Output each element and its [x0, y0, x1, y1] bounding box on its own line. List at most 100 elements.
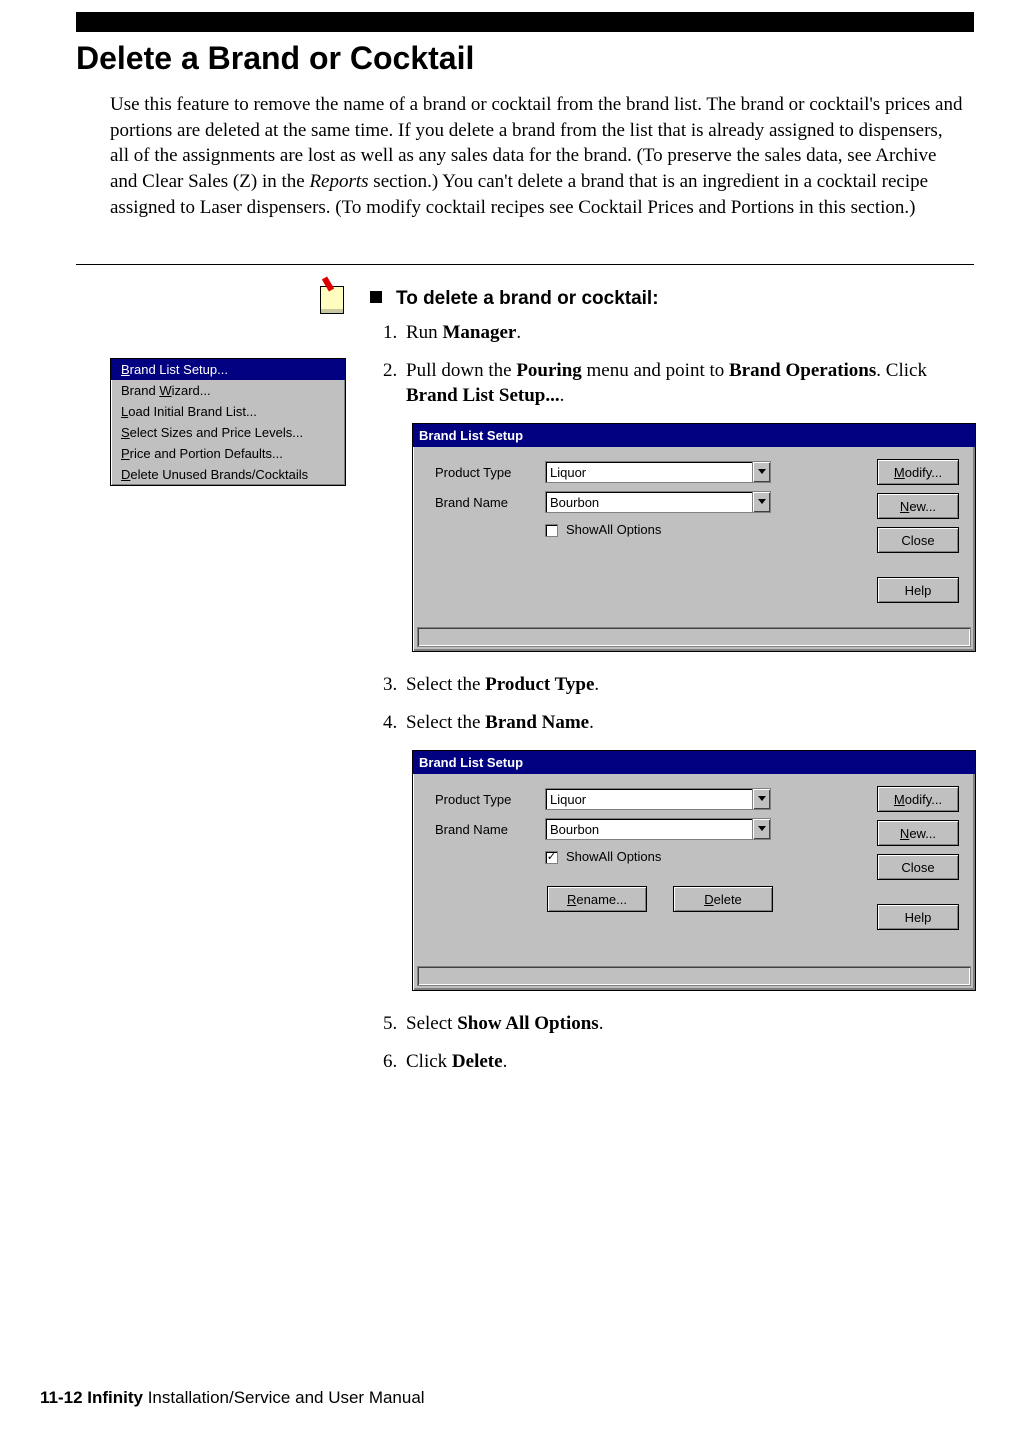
menu-item-price-portion[interactable]: Price and Portion Defaults... — [111, 443, 345, 464]
dialog-status-bar — [417, 966, 971, 986]
btn-label: odify... — [905, 791, 942, 809]
checkbox-label-pre: Show — [566, 521, 599, 539]
btn-accel: M — [894, 791, 905, 809]
bullet-square-icon — [370, 291, 382, 303]
checkbox-icon: ✓ — [545, 851, 558, 864]
checkbox-label-rest: ll Options — [607, 521, 661, 539]
step-text: Select — [406, 1013, 457, 1034]
dialog-title: Brand List Setup — [413, 424, 975, 448]
brand-name-combo[interactable]: Bourbon — [545, 491, 771, 513]
btn-label: ename... — [576, 891, 627, 909]
menu-accel: P — [121, 446, 130, 461]
chevron-down-icon[interactable] — [752, 462, 770, 482]
menu-item-brand-list-setup[interactable]: Brand List Setup... — [111, 359, 345, 380]
step-4: Select the Brand Name. Brand List Setup … — [402, 710, 966, 991]
btn-label: Help — [905, 909, 932, 927]
step-text: Select the — [406, 674, 485, 695]
btn-label: ew... — [909, 498, 936, 516]
procedure-title-text: To delete a brand or cocktail: — [396, 288, 659, 309]
header-rule — [76, 12, 974, 32]
modify-button[interactable]: Modify... — [877, 786, 959, 812]
menu-label: rice and Portion Defaults... — [130, 446, 283, 461]
step-text: Pull down the — [406, 360, 516, 381]
step-3: Select the Product Type. — [402, 672, 966, 698]
step-2: Pull down the Pouring menu and point to … — [402, 358, 966, 653]
chevron-down-icon[interactable] — [752, 492, 770, 512]
menu-label: oad Initial Brand List... — [128, 404, 257, 419]
footer-page-number: 11-12 — [40, 1388, 87, 1407]
new-button[interactable]: New... — [877, 820, 959, 846]
chevron-down-icon[interactable] — [752, 819, 770, 839]
section-divider — [76, 264, 974, 265]
close-button[interactable]: Close — [877, 854, 959, 880]
product-type-label: Product Type — [435, 791, 545, 809]
btn-label: odify... — [905, 464, 942, 482]
help-button[interactable]: Help — [877, 904, 959, 930]
btn-accel: N — [900, 498, 909, 516]
step-5: Select Show All Options. — [402, 1011, 966, 1037]
checkbox-label-pre: Show — [566, 848, 599, 866]
procedure-title: To delete a brand or cocktail: — [370, 288, 966, 310]
btn-label: ew... — [909, 825, 936, 843]
checkbox-label-rest: ll Options — [607, 848, 661, 866]
step-bold: Show All Options — [457, 1013, 599, 1034]
footer-product-name: Infinity — [87, 1388, 143, 1407]
step-text: . — [560, 385, 565, 406]
step-text: . Click — [876, 360, 927, 381]
chevron-down-icon[interactable] — [752, 789, 770, 809]
step-bold: Manager — [442, 322, 516, 343]
delete-button[interactable]: Delete — [673, 886, 773, 912]
btn-accel: R — [567, 891, 576, 909]
step-6: Click Delete. — [402, 1049, 966, 1075]
menu-item-brand-wizard[interactable]: Brand Wizard... — [111, 380, 345, 401]
product-type-combo[interactable]: Liquor — [545, 461, 771, 483]
step-text: . — [594, 674, 599, 695]
checkbox-accel: A — [599, 848, 608, 866]
intro-italic: Reports — [309, 171, 368, 192]
step-text: . — [516, 322, 521, 343]
step-text: . — [599, 1013, 604, 1034]
product-type-label: Product Type — [435, 464, 545, 482]
brand-name-combo[interactable]: Bourbon — [545, 818, 771, 840]
step-text: . — [503, 1051, 508, 1072]
step-bold: Brand List Setup... — [406, 385, 560, 406]
btn-label: Close — [901, 532, 934, 550]
product-type-value: Liquor — [546, 789, 752, 809]
step-1: Run Manager. — [402, 320, 966, 346]
menu-item-delete-unused[interactable]: Delete Unused Brands/Cocktails — [111, 464, 345, 485]
btn-accel: M — [894, 464, 905, 482]
btn-label: Close — [901, 859, 934, 877]
product-type-combo[interactable]: Liquor — [545, 788, 771, 810]
brand-name-label: Brand Name — [435, 494, 545, 512]
step-text: Run — [406, 322, 442, 343]
step-text: Select the — [406, 712, 485, 733]
brand-name-value: Bourbon — [546, 819, 752, 839]
checkbox-icon — [545, 524, 558, 537]
menu-accel: W — [159, 383, 171, 398]
step-text: menu and point to — [582, 360, 729, 381]
dialog-status-bar — [417, 627, 971, 647]
dialog-title: Brand List Setup — [413, 751, 975, 775]
btn-accel: D — [704, 891, 713, 909]
menu-item-select-sizes[interactable]: Select Sizes and Price Levels... — [111, 422, 345, 443]
menu-accel: D — [121, 467, 130, 482]
step-text: Click — [406, 1051, 452, 1072]
brand-list-setup-dialog-2: Brand List Setup Product Type Liquor Bra… — [412, 750, 976, 992]
rename-button[interactable]: Rename... — [547, 886, 647, 912]
menu-label: elect Sizes and Price Levels... — [130, 425, 303, 440]
checkbox-accel: A — [599, 521, 608, 539]
menu-label: rand List Setup... — [130, 362, 228, 377]
close-button[interactable]: Close — [877, 527, 959, 553]
btn-label: Help — [905, 582, 932, 600]
intro-paragraph: Use this feature to remove the name of a… — [110, 92, 966, 220]
modify-button[interactable]: Modify... — [877, 459, 959, 485]
brand-list-setup-dialog-1: Brand List Setup Product Type Liquor Bra… — [412, 423, 976, 653]
help-button[interactable]: Help — [877, 577, 959, 603]
brand-operations-menu: Brand List Setup... Brand Wizard... Load… — [110, 358, 346, 486]
step-bold: Brand Name — [485, 712, 589, 733]
footer-doc-title: Installation/Service and User Manual — [143, 1388, 425, 1407]
step-text: . — [589, 712, 594, 733]
step-bold: Delete — [452, 1051, 503, 1072]
menu-item-load-initial[interactable]: Load Initial Brand List... — [111, 401, 345, 422]
new-button[interactable]: New... — [877, 493, 959, 519]
